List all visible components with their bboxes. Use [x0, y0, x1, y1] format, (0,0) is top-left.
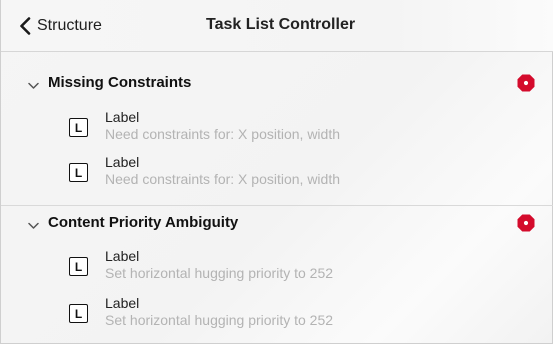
item-subtitle: Set horizontal hugging priority to 252 — [105, 312, 334, 328]
error-stop-icon — [517, 74, 535, 92]
label-badge-icon: L — [69, 118, 88, 137]
section-title: Content Priority Ambiguity — [48, 214, 239, 231]
back-button[interactable]: Structure — [19, 15, 102, 37]
item-title: Label — [105, 295, 140, 311]
label-badge-icon: L — [69, 257, 88, 276]
section-header-missing-constraints[interactable]: Missing Constraints — [1, 68, 553, 98]
label-badge-icon: L — [69, 304, 88, 323]
item-title: Label — [105, 154, 140, 170]
section-divider — [1, 205, 553, 206]
error-stop-icon — [517, 214, 535, 232]
chevron-down-icon — [28, 217, 39, 235]
issue-item[interactable]: L Label Need constraints for: X position… — [1, 107, 553, 149]
chevron-left-icon — [19, 17, 31, 35]
item-subtitle: Need constraints for: X position, width — [105, 171, 341, 187]
item-title: Label — [105, 109, 140, 125]
section-title: Missing Constraints — [48, 74, 192, 91]
item-title: Label — [105, 248, 140, 264]
issues-panel: Structure Task List Controller Missing C… — [0, 0, 553, 344]
section-header-content-priority-ambiguity[interactable]: Content Priority Ambiguity — [1, 208, 553, 238]
navigation-bar: Structure Task List Controller — [1, 0, 553, 52]
issue-item[interactable]: L Label Set horizontal hugging priority … — [1, 293, 553, 335]
item-subtitle: Need constraints for: X position, width — [105, 126, 341, 142]
issue-item[interactable]: L Label Set horizontal hugging priority … — [1, 246, 553, 288]
chevron-down-icon — [28, 77, 39, 95]
label-badge-icon: L — [69, 163, 88, 182]
item-subtitle: Set horizontal hugging priority to 252 — [105, 265, 334, 281]
page-title: Task List Controller — [206, 16, 356, 33]
issue-item[interactable]: L Label Need constraints for: X position… — [1, 152, 553, 194]
back-button-label: Structure — [37, 17, 102, 34]
